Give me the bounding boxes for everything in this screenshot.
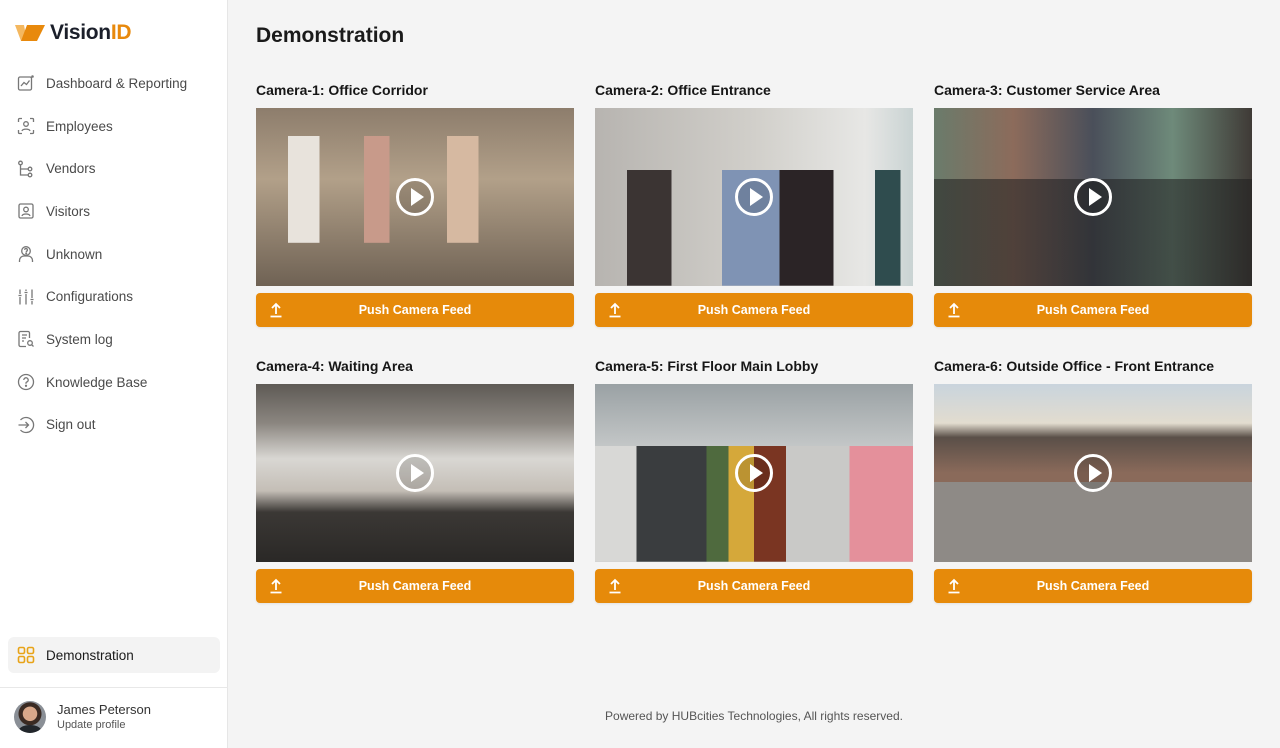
help-circle-icon — [16, 372, 36, 392]
grid-icon — [16, 645, 36, 665]
camera-video[interactable] — [934, 108, 1252, 286]
upload-icon — [270, 578, 282, 594]
sidebar-item-unknown[interactable]: Unknown — [8, 233, 220, 276]
sidebar-item-visitors[interactable]: Visitors — [8, 190, 220, 233]
camera-card: Camera-2: Office Entrance Push Camera Fe… — [595, 81, 913, 327]
camera-video[interactable] — [595, 384, 913, 562]
sidebar-item-label: Visitors — [46, 203, 91, 219]
divider — [0, 687, 228, 688]
play-icon[interactable] — [396, 178, 434, 216]
upload-icon — [609, 578, 621, 594]
sidebar-item-employees[interactable]: Employees — [8, 105, 220, 148]
sidebar-nav: Dashboard & Reporting Employees Vendors … — [8, 62, 220, 446]
push-camera-feed-button[interactable]: Push Camera Feed — [595, 569, 913, 603]
avatar — [14, 701, 46, 733]
upload-icon — [948, 302, 960, 318]
play-icon[interactable] — [396, 454, 434, 492]
sidebar-item-label: Employees — [46, 118, 113, 134]
user-name: James Peterson — [57, 701, 151, 717]
upload-icon — [948, 578, 960, 594]
camera-title: Camera-4: Waiting Area — [256, 358, 413, 374]
button-label: Push Camera Feed — [697, 303, 811, 317]
button-label: Push Camera Feed — [1036, 303, 1150, 317]
user-profile[interactable]: James Peterson Update profile — [14, 701, 151, 733]
sidebar-item-system-log[interactable]: System log — [8, 318, 220, 361]
sidebar-item-label: Dashboard & Reporting — [46, 75, 188, 91]
chart-icon — [16, 73, 36, 93]
button-label: Push Camera Feed — [1036, 579, 1150, 593]
play-icon[interactable] — [735, 178, 773, 216]
id-badge-icon — [16, 201, 36, 221]
push-camera-feed-button[interactable]: Push Camera Feed — [256, 293, 574, 327]
play-icon[interactable] — [1074, 178, 1112, 216]
upload-icon — [609, 302, 621, 318]
camera-card: Camera-5: First Floor Main Lobby Push Ca… — [595, 357, 913, 603]
push-camera-feed-button[interactable]: Push Camera Feed — [595, 293, 913, 327]
sidebar-item-dashboard[interactable]: Dashboard & Reporting — [8, 62, 220, 105]
push-camera-feed-button[interactable]: Push Camera Feed — [934, 293, 1252, 327]
camera-title: Camera-6: Outside Office - Front Entranc… — [934, 358, 1215, 374]
footer-text: Powered by HUBcities Technologies, All r… — [605, 709, 903, 723]
page-title: Demonstration — [256, 24, 405, 47]
button-label: Push Camera Feed — [358, 303, 472, 317]
sidebar-item-label: Configurations — [46, 289, 134, 305]
camera-video[interactable] — [256, 384, 574, 562]
sliders-icon — [16, 287, 36, 307]
upload-icon — [270, 302, 282, 318]
sidebar-item-vendors[interactable]: Vendors — [8, 147, 220, 190]
camera-card: Camera-1: Office Corridor Push Camera Fe… — [256, 81, 574, 327]
logo[interactable]: VisionID — [15, 20, 132, 46]
sidebar-item-demonstration[interactable]: Demonstration — [8, 637, 220, 673]
log-search-icon — [16, 329, 36, 349]
logo-mark-icon — [15, 25, 45, 41]
camera-card: Camera-4: Waiting Area Push Camera Feed — [256, 357, 574, 603]
sidebar: VisionID Dashboard & Reporting Employees… — [0, 0, 228, 748]
sidebar-item-knowledge-base[interactable]: Knowledge Base — [8, 361, 220, 404]
camera-title: Camera-2: Office Entrance — [595, 82, 771, 98]
sign-out-icon — [16, 415, 36, 435]
hierarchy-icon — [16, 159, 36, 179]
sidebar-item-label: System log — [46, 331, 113, 347]
sidebar-item-label: Unknown — [46, 246, 103, 262]
sidebar-item-label: Knowledge Base — [46, 374, 148, 390]
camera-video[interactable] — [256, 108, 574, 286]
sidebar-item-configurations[interactable]: Configurations — [8, 275, 220, 318]
button-label: Push Camera Feed — [358, 579, 472, 593]
camera-video[interactable] — [595, 108, 913, 286]
camera-title: Camera-1: Office Corridor — [256, 82, 428, 98]
play-icon[interactable] — [1074, 454, 1112, 492]
logo-text: VisionID — [50, 21, 132, 44]
play-icon[interactable] — [735, 454, 773, 492]
face-scan-icon — [16, 116, 36, 136]
camera-title: Camera-3: Customer Service Area — [934, 82, 1160, 98]
push-camera-feed-button[interactable]: Push Camera Feed — [256, 569, 574, 603]
sidebar-item-label: Sign out — [46, 417, 96, 433]
sidebar-item-sign-out[interactable]: Sign out — [8, 404, 220, 447]
camera-video[interactable] — [934, 384, 1252, 562]
camera-card: Camera-3: Customer Service Area Push Cam… — [934, 81, 1252, 327]
camera-title: Camera-5: First Floor Main Lobby — [595, 358, 819, 374]
push-camera-feed-button[interactable]: Push Camera Feed — [934, 569, 1252, 603]
sidebar-item-label: Demonstration — [46, 647, 134, 663]
sidebar-item-label: Vendors — [46, 161, 96, 177]
camera-card: Camera-6: Outside Office - Front Entranc… — [934, 357, 1252, 603]
update-profile-link[interactable]: Update profile — [57, 718, 151, 733]
unknown-user-icon — [16, 244, 36, 264]
button-label: Push Camera Feed — [697, 579, 811, 593]
main-content: Demonstration Camera-1: Office Corridor … — [228, 0, 1280, 748]
